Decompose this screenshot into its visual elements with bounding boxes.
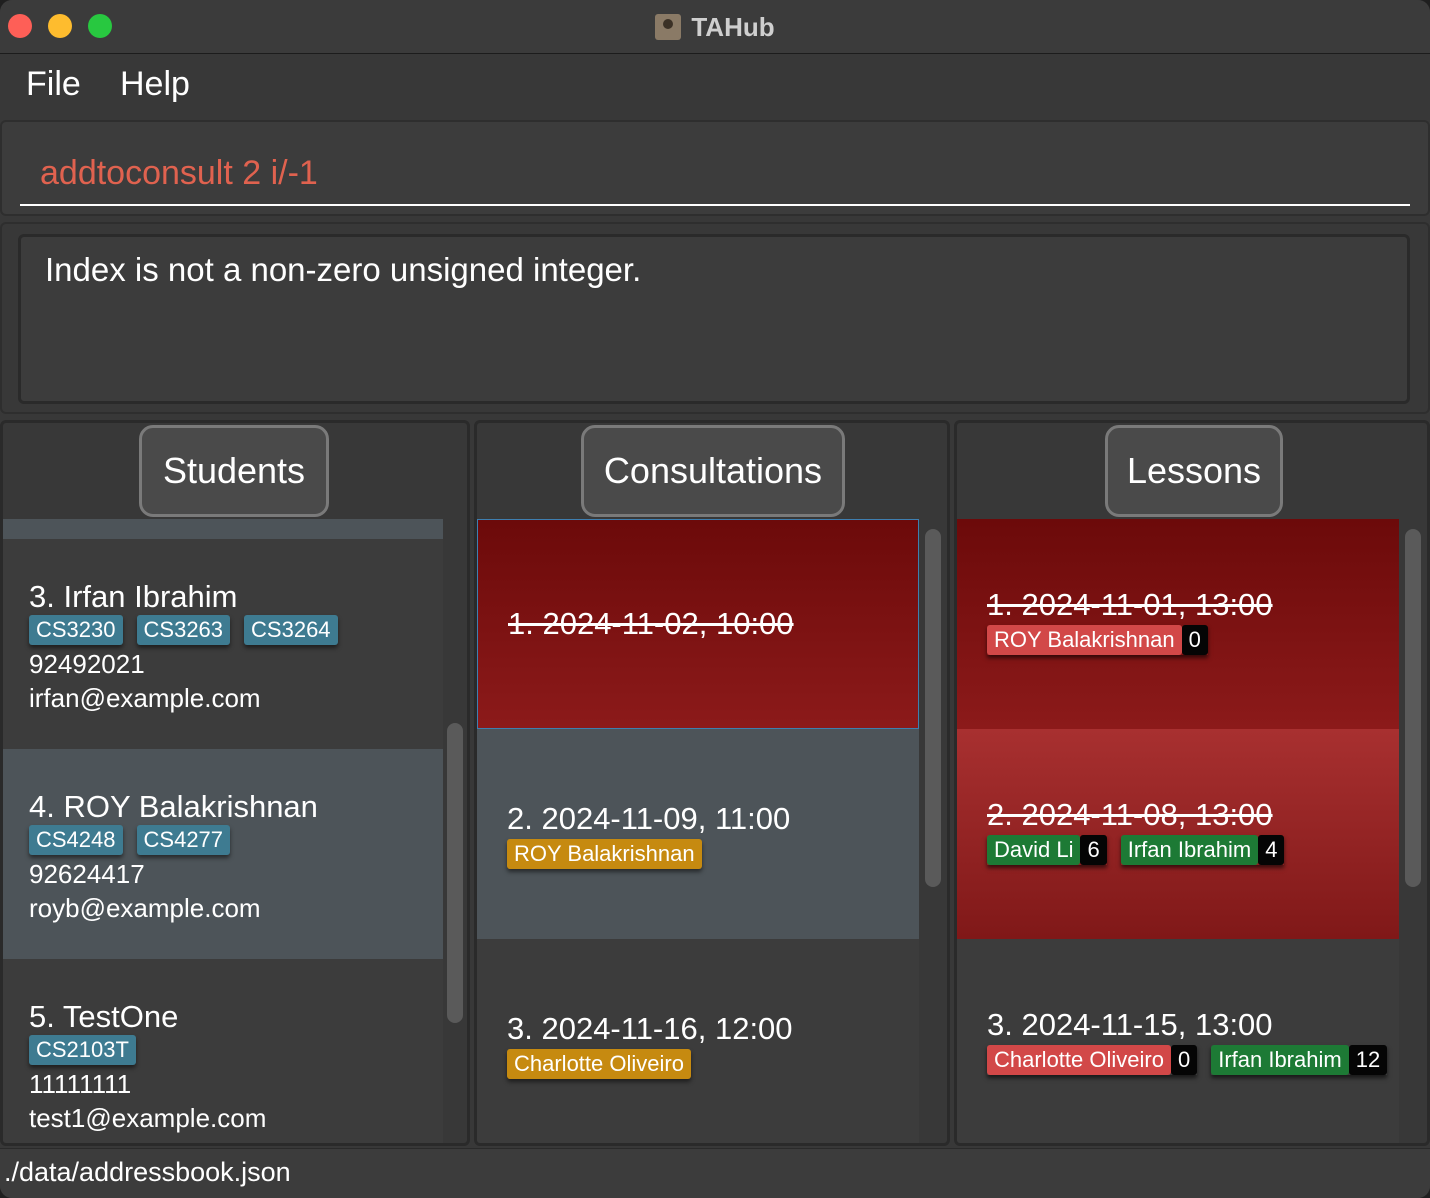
- lesson-card[interactable]: 1. 2024-11-01, 13:00 ROY Balakrishnan 0: [957, 519, 1399, 729]
- lessons-button[interactable]: Lessons: [1105, 425, 1283, 517]
- lesson-datetime: 1. 2024-11-01, 13:00: [987, 587, 1273, 622]
- title-bar: TAHub: [0, 0, 1430, 54]
- participation-count: 4: [1258, 835, 1285, 865]
- consultations-panel: Consultations 1. 2024-11-02, 10:00 2. 20…: [474, 420, 950, 1146]
- module-tag: CS3230: [29, 615, 123, 645]
- student-tags: ROY Balakrishnan: [507, 839, 702, 869]
- module-tags: CS4248 CS4277: [29, 825, 231, 855]
- student-tag: Charlotte Oliveiro: [987, 1045, 1171, 1075]
- lesson-list[interactable]: 1. 2024-11-01, 13:00 ROY Balakrishnan 0 …: [957, 519, 1399, 1143]
- student-email: test1@example.com: [29, 1103, 267, 1133]
- lesson-datetime: 3. 2024-11-15, 13:00: [987, 1007, 1273, 1042]
- command-input[interactable]: [20, 142, 1410, 206]
- student-scrollbar[interactable]: [447, 519, 463, 1143]
- result-display: Index is not a non-zero unsigned integer…: [18, 234, 1410, 404]
- student-tag: ROY Balakrishnan: [507, 839, 702, 869]
- list-item-partial: [3, 519, 443, 539]
- students-panel: Students 3. Irfan Ibrahim CS3230 CS3263 …: [0, 420, 470, 1146]
- consultation-datetime: 1. 2024-11-02, 10:00: [508, 606, 794, 641]
- consultation-card[interactable]: 3. 2024-11-16, 12:00 Charlotte Oliveiro: [477, 939, 919, 1143]
- scrollbar-thumb[interactable]: [925, 529, 941, 887]
- consultation-card[interactable]: 1. 2024-11-02, 10:00: [477, 519, 919, 729]
- attendance-tag: Irfan Ibrahim 4: [1120, 835, 1285, 865]
- student-card[interactable]: 5. TestOne CS2103T 11111111 test1@exampl…: [3, 959, 443, 1143]
- student-tag: ROY Balakrishnan: [987, 625, 1182, 655]
- consultations-button[interactable]: Consultations: [581, 425, 845, 517]
- student-email: irfan@example.com: [29, 683, 261, 713]
- attendance-tags: Charlotte Oliveiro 0 Irfan Ibrahim 12: [987, 1045, 1388, 1075]
- module-tag: CS3263: [136, 615, 231, 645]
- lesson-datetime: 2. 2024-11-08, 13:00: [987, 797, 1273, 832]
- student-card[interactable]: 3. Irfan Ibrahim CS3230 CS3263 CS3264 92…: [3, 539, 443, 749]
- student-name: 4. ROY Balakrishnan: [29, 789, 318, 824]
- app-window: TAHub File Help Index is not a non-zero …: [0, 0, 1430, 1198]
- menu-file[interactable]: File: [26, 65, 81, 104]
- consultation-datetime: 3. 2024-11-16, 12:00: [507, 1011, 793, 1046]
- participation-count: 0: [1181, 625, 1208, 655]
- module-tag: CS2103T: [29, 1035, 136, 1065]
- student-phone: 11111111: [29, 1069, 132, 1099]
- menu-help[interactable]: Help: [120, 65, 190, 104]
- scrollbar-thumb[interactable]: [1405, 529, 1421, 887]
- attendance-tags: David Li 6 Irfan Ibrahim 4: [987, 835, 1285, 865]
- lesson-scrollbar[interactable]: [1405, 519, 1421, 1143]
- consultation-datetime: 2. 2024-11-09, 11:00: [507, 801, 791, 836]
- student-tag: Irfan Ibrahim: [1211, 1045, 1349, 1075]
- student-tag: David Li: [987, 835, 1081, 865]
- participation-count: 6: [1080, 835, 1107, 865]
- attendance-tags: ROY Balakrishnan 0: [987, 625, 1208, 655]
- attendance-tag: Charlotte Oliveiro 0: [987, 1045, 1198, 1075]
- lesson-card[interactable]: 2. 2024-11-08, 13:00 David Li 6 Irfan Ib…: [957, 729, 1399, 939]
- attendance-tag: ROY Balakrishnan 0: [987, 625, 1208, 655]
- student-card[interactable]: 4. ROY Balakrishnan CS4248 CS4277 926244…: [3, 749, 443, 959]
- module-tags: CS2103T: [29, 1035, 136, 1065]
- student-list[interactable]: 3. Irfan Ibrahim CS3230 CS3263 CS3264 92…: [3, 519, 443, 1143]
- student-phone: 92624417: [29, 859, 145, 889]
- student-email: royb@example.com: [29, 893, 261, 923]
- module-tag: CS4248: [29, 825, 123, 855]
- participation-count: 12: [1348, 1045, 1388, 1075]
- status-bar: ./data/addressbook.json: [0, 1148, 1430, 1198]
- scrollbar-thumb[interactable]: [447, 723, 463, 1023]
- consultation-scrollbar[interactable]: [925, 519, 941, 1143]
- student-tag: Charlotte Oliveiro: [507, 1049, 691, 1079]
- app-icon: [655, 14, 682, 40]
- student-phone: 92492021: [29, 649, 145, 679]
- student-tags: Charlotte Oliveiro: [507, 1049, 691, 1079]
- result-panel: Index is not a non-zero unsigned integer…: [0, 222, 1430, 414]
- student-name: 5. TestOne: [29, 999, 179, 1034]
- students-button[interactable]: Students: [139, 425, 329, 517]
- module-tag: CS4277: [136, 825, 231, 855]
- student-name: 3. Irfan Ibrahim: [29, 579, 238, 614]
- data-file-path: ./data/addressbook.json: [4, 1157, 291, 1187]
- module-tag: CS3264: [244, 615, 338, 645]
- lessons-panel: Lessons 1. 2024-11-01, 13:00 ROY Balakri…: [954, 420, 1430, 1146]
- module-tags: CS3230 CS3263 CS3264: [29, 615, 338, 645]
- lesson-card[interactable]: 3. 2024-11-15, 13:00 Charlotte Oliveiro …: [957, 939, 1399, 1143]
- menu-bar: File Help: [0, 55, 1430, 119]
- consultation-list[interactable]: 1. 2024-11-02, 10:00 2. 2024-11-09, 11:0…: [477, 519, 919, 1143]
- consultation-card[interactable]: 2. 2024-11-09, 11:00 ROY Balakrishnan: [477, 729, 919, 939]
- attendance-tag: Irfan Ibrahim 12: [1211, 1045, 1388, 1075]
- window-title: TAHub: [691, 11, 775, 42]
- attendance-tag: David Li 6: [987, 835, 1107, 865]
- student-tag: Irfan Ibrahim: [1120, 835, 1259, 865]
- command-box: [0, 120, 1430, 216]
- participation-count: 0: [1170, 1045, 1198, 1075]
